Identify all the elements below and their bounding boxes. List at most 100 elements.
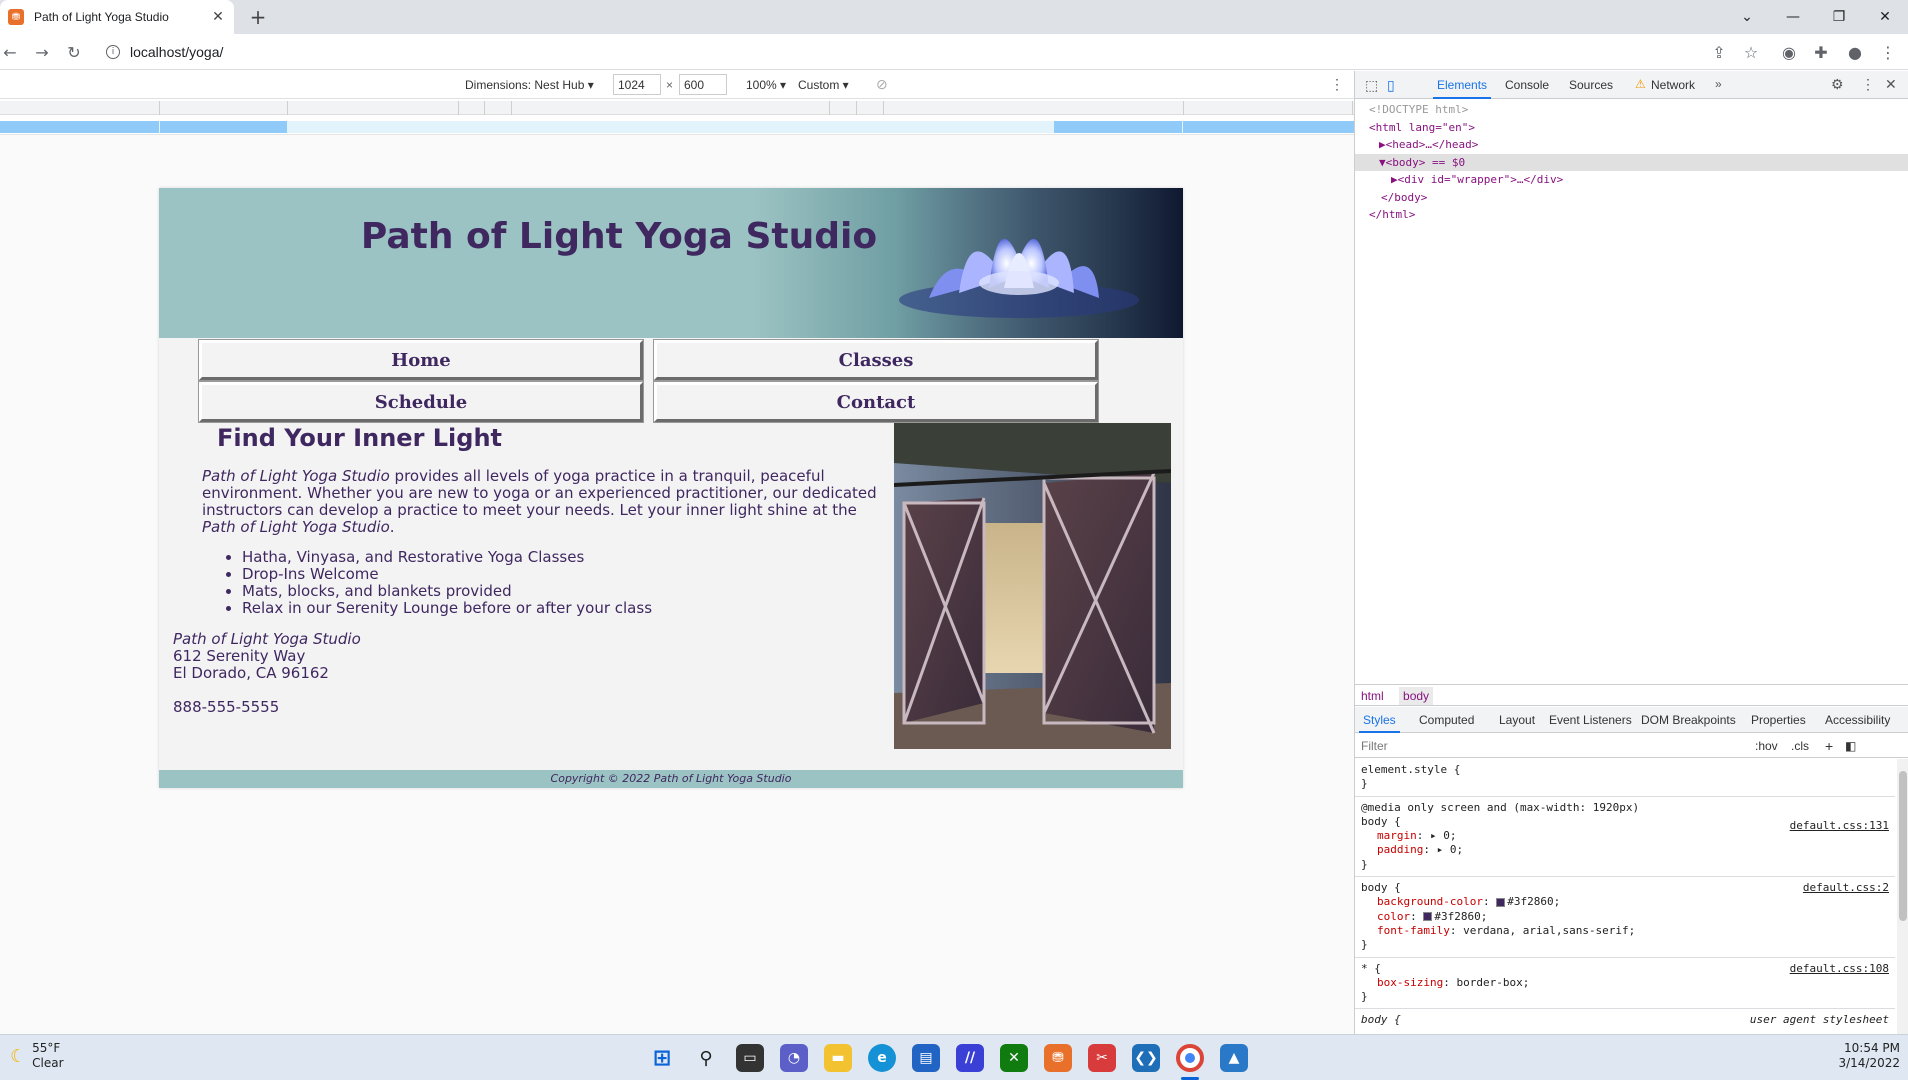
color-swatch-icon[interactable] bbox=[1423, 912, 1433, 922]
breadcrumb-body[interactable]: body bbox=[1399, 687, 1434, 705]
tab-elements[interactable]: Elements bbox=[1433, 71, 1492, 99]
forward-icon[interactable]: → bbox=[30, 40, 54, 64]
rule-source-link[interactable]: default.css:2 bbox=[1803, 881, 1889, 895]
dom-node[interactable]: <!DOCTYPE html> bbox=[1355, 101, 1908, 119]
sidebar-toggle-icon[interactable]: ◧ bbox=[1845, 734, 1856, 758]
tab-styles[interactable]: Styles bbox=[1359, 707, 1400, 733]
tab-search-icon[interactable]: ⌄ bbox=[1724, 0, 1770, 34]
tab-dom-breakpoints[interactable]: DOM Breakpoints bbox=[1637, 707, 1740, 733]
dom-node[interactable]: </body> bbox=[1355, 189, 1908, 207]
tab-computed[interactable]: Computed bbox=[1415, 707, 1478, 733]
address-bar[interactable]: i localhost/yoga/ bbox=[94, 38, 1774, 66]
css-value[interactable]: #3f2860; bbox=[1434, 910, 1487, 923]
store-icon[interactable]: ▤ bbox=[912, 1044, 940, 1072]
restore-button[interactable]: ❐ bbox=[1816, 0, 1862, 34]
device-height-input[interactable] bbox=[679, 74, 727, 95]
dom-node[interactable]: <html lang="en"> bbox=[1355, 119, 1908, 137]
breadcrumb-html[interactable]: html bbox=[1361, 689, 1384, 703]
tab-sources[interactable]: Sources bbox=[1565, 71, 1617, 99]
weather-widget[interactable]: ☾ 55°F Clear bbox=[10, 1041, 64, 1071]
filter-input[interactable]: Filter bbox=[1361, 739, 1388, 753]
puzzle-icon[interactable]: ✚ bbox=[1809, 40, 1833, 64]
clock[interactable]: 10:54 PM 3/14/2022 bbox=[1830, 1041, 1900, 1071]
zoom-select[interactable]: 100% ▾ bbox=[746, 78, 786, 92]
dom-node[interactable]: ▶<div id="wrapper">…</div> bbox=[1355, 171, 1908, 189]
file-explorer-icon[interactable]: ▬ bbox=[824, 1044, 852, 1072]
tab-console[interactable]: Console bbox=[1501, 71, 1553, 99]
tab-accessibility[interactable]: Accessibility bbox=[1821, 707, 1894, 733]
tab-properties[interactable]: Properties bbox=[1747, 707, 1810, 733]
windows-start-icon[interactable]: ⊞ bbox=[648, 1044, 676, 1072]
info-icon[interactable]: i bbox=[106, 45, 120, 59]
device-more-icon[interactable]: ⋮ bbox=[1330, 76, 1344, 93]
search-icon[interactable]: ⚲ bbox=[692, 1044, 720, 1072]
new-rule-button[interactable]: + bbox=[1825, 734, 1833, 758]
task-view-icon[interactable]: ▭ bbox=[736, 1044, 764, 1072]
dom-node[interactable]: </html> bbox=[1355, 206, 1908, 224]
hov-toggle[interactable]: :hov bbox=[1755, 734, 1778, 758]
css-property[interactable]: font-family bbox=[1377, 924, 1450, 937]
css-property[interactable]: color bbox=[1377, 910, 1410, 923]
style-rule[interactable]: body { user agent stylesheet bbox=[1355, 1009, 1895, 1031]
throttle-select[interactable]: Custom ▾ bbox=[798, 78, 849, 92]
bookmark-star-icon[interactable]: ☆ bbox=[1739, 40, 1763, 64]
css-property[interactable]: margin bbox=[1377, 829, 1417, 842]
css-property[interactable]: background-color bbox=[1377, 895, 1483, 908]
chrome-icon[interactable] bbox=[1176, 1044, 1204, 1072]
css-value[interactable]: border-box; bbox=[1456, 976, 1529, 989]
close-tab-icon[interactable]: ✕ bbox=[210, 9, 226, 25]
more-tabs-icon[interactable]: » bbox=[1715, 77, 1722, 91]
rotate-icon[interactable]: ⊘ bbox=[876, 76, 888, 93]
tab-event-listeners[interactable]: Event Listeners bbox=[1545, 707, 1636, 733]
minimize-button[interactable]: — bbox=[1770, 0, 1816, 34]
css-value[interactable]: #3f2860; bbox=[1507, 895, 1560, 908]
css-property[interactable]: box-sizing bbox=[1377, 976, 1443, 989]
reload-icon[interactable]: ↻ bbox=[62, 40, 86, 64]
profile-avatar[interactable]: ● bbox=[1843, 40, 1867, 64]
css-value[interactable]: verdana, arial,sans-serif; bbox=[1463, 924, 1635, 937]
inspect-icon[interactable]: ⬚ bbox=[1365, 77, 1378, 94]
rule-source-link[interactable]: default.css:131 bbox=[1790, 819, 1889, 833]
browser-tab[interactable]: ⛃ Path of Light Yoga Studio ✕ bbox=[0, 0, 234, 34]
vscode-icon[interactable]: ❮❯ bbox=[1132, 1044, 1160, 1072]
nav-classes[interactable]: Classes bbox=[653, 339, 1099, 381]
extension-icon[interactable]: ◉ bbox=[1777, 40, 1801, 64]
url-text[interactable]: localhost/yoga/ bbox=[130, 44, 223, 60]
css-value[interactable]: ▸ 0; bbox=[1437, 843, 1464, 856]
snipping-tool-icon[interactable]: ✂ bbox=[1088, 1044, 1116, 1072]
color-swatch-icon[interactable] bbox=[1496, 897, 1506, 907]
close-devtools-icon[interactable]: ✕ bbox=[1885, 76, 1897, 93]
scrollbar-thumb[interactable] bbox=[1899, 771, 1907, 921]
nav-contact[interactable]: Contact bbox=[653, 381, 1099, 423]
dom-node[interactable]: ▶<head>…</head> bbox=[1355, 136, 1908, 154]
kebab-menu-icon[interactable]: ⋮ bbox=[1876, 40, 1900, 64]
style-rule[interactable]: body { default.css:2 background-color: #… bbox=[1355, 877, 1895, 958]
media-query-bar[interactable] bbox=[0, 121, 1354, 133]
teams-chat-icon[interactable]: ◔ bbox=[780, 1044, 808, 1072]
cls-toggle[interactable]: .cls bbox=[1791, 734, 1809, 758]
share-icon[interactable]: ⇪ bbox=[1707, 40, 1731, 64]
rule-source-link[interactable]: default.css:108 bbox=[1790, 962, 1889, 976]
photos-icon[interactable]: ▲ bbox=[1220, 1044, 1248, 1072]
style-rule[interactable]: * { default.css:108 box-sizing: border-b… bbox=[1355, 958, 1895, 1010]
dom-node-selected[interactable]: ▼<body> == $0 bbox=[1355, 153, 1908, 171]
css-property[interactable]: padding bbox=[1377, 843, 1423, 856]
gear-icon[interactable]: ⚙ bbox=[1831, 76, 1844, 93]
azure-data-studio-icon[interactable]: // bbox=[956, 1044, 984, 1072]
nav-schedule[interactable]: Schedule bbox=[198, 381, 644, 423]
close-window-button[interactable]: ✕ bbox=[1862, 0, 1908, 34]
style-rule[interactable]: @media only screen and (max-width: 1920p… bbox=[1355, 797, 1895, 878]
edge-icon[interactable]: e bbox=[868, 1044, 896, 1072]
tab-network[interactable]: Network bbox=[1647, 71, 1699, 99]
xampp-icon[interactable]: ⛃ bbox=[1044, 1044, 1072, 1072]
new-tab-button[interactable]: + bbox=[246, 5, 270, 29]
device-width-input[interactable] bbox=[613, 74, 661, 95]
css-value[interactable]: ▸ 0; bbox=[1430, 829, 1457, 842]
dimensions-select[interactable]: Dimensions: Nest Hub ▾ bbox=[465, 78, 594, 92]
nav-home[interactable]: Home bbox=[198, 339, 644, 381]
devtools-menu-icon[interactable]: ⋮ bbox=[1861, 76, 1875, 93]
back-icon[interactable]: ← bbox=[0, 40, 22, 64]
tab-layout[interactable]: Layout bbox=[1495, 707, 1539, 733]
style-rule[interactable]: element.style { } bbox=[1355, 759, 1895, 797]
device-toggle-icon[interactable]: ▯ bbox=[1387, 77, 1395, 94]
